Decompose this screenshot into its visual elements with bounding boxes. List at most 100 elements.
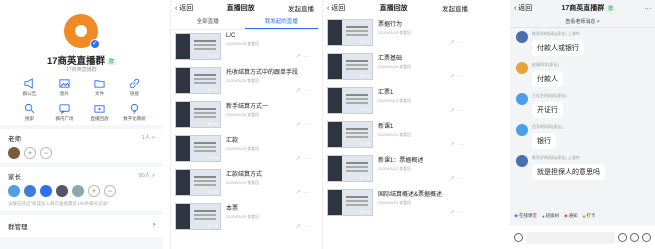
- group-avatar[interactable]: ✓: [64, 14, 100, 49]
- more-icon[interactable]: ···: [458, 176, 464, 182]
- video-row[interactable]: 00:30 本票 2020/03/20 查看回 ↗ ···: [171, 200, 318, 234]
- more-icon[interactable]: ···: [304, 54, 310, 60]
- tool-links[interactable]: 链接: [117, 78, 152, 97]
- add-member-button[interactable]: +: [24, 147, 36, 159]
- video-thumbnail[interactable]: 00:35: [175, 169, 221, 196]
- avatar[interactable]: [516, 124, 528, 136]
- start-live-button[interactable]: 发起直播: [442, 3, 468, 13]
- like-icon[interactable]: [618, 233, 627, 242]
- message-bubble[interactable]: 开证行: [532, 102, 563, 118]
- share-icon[interactable]: ↗: [296, 190, 301, 196]
- teacher-messages-link[interactable]: 查看老师消息 >: [510, 16, 655, 28]
- tool-research[interactable]: 数字化教研: [117, 103, 152, 122]
- share-icon[interactable]: ↗: [296, 156, 301, 162]
- more-icon[interactable]: ···: [458, 108, 464, 114]
- more-icon[interactable]: ···: [304, 190, 310, 196]
- video-thumbnail[interactable]: 00:27: [327, 19, 373, 46]
- remove-member-button[interactable]: −: [40, 147, 52, 159]
- more-icon[interactable]: ···: [458, 74, 464, 80]
- add-member-button[interactable]: +: [88, 185, 100, 197]
- tool-search[interactable]: 搜索: [12, 103, 47, 122]
- share-icon[interactable]: ↗: [450, 40, 455, 46]
- back-button[interactable]: ‹ 返回: [514, 3, 532, 13]
- thumb-sidebar: [328, 156, 342, 181]
- start-live-button[interactable]: 发起直播: [288, 3, 314, 13]
- video-thumbnail[interactable]: 00:35: [327, 121, 373, 148]
- checkin-button[interactable]: ■ 打卡: [583, 213, 596, 219]
- share-icon[interactable]: ↗: [450, 176, 455, 182]
- tab-my-live[interactable]: 我发起的直播: [244, 16, 318, 29]
- more-icon[interactable]: ···: [304, 122, 310, 128]
- class-tree-button[interactable]: ● 班级树: [542, 213, 559, 219]
- share-icon[interactable]: ↗: [296, 54, 301, 60]
- avatar[interactable]: [516, 93, 528, 105]
- parents-section[interactable]: 家长 80人 > + − 该群已开启"新成员入群可查看最近100条聊天记录": [0, 167, 163, 211]
- avatar[interactable]: [8, 147, 20, 159]
- back-button[interactable]: ‹ 返回: [327, 3, 345, 13]
- message-bubble[interactable]: 付款人: [532, 71, 563, 87]
- video-thumbnail[interactable]: 00:30: [175, 33, 221, 60]
- message-bubble[interactable]: 付款人或银行: [532, 40, 584, 56]
- thumb-slide: [194, 210, 216, 212]
- avatar[interactable]: [56, 185, 68, 197]
- voice-icon[interactable]: [514, 233, 523, 242]
- share-icon[interactable]: ↗: [450, 142, 455, 148]
- video-row[interactable]: 00:30 L/C 2020/03/25 查看回 ↗ ···: [171, 30, 318, 64]
- share-icon[interactable]: ↗: [450, 74, 455, 80]
- tab-all-live[interactable]: 全部直播: [171, 16, 245, 29]
- more-icon[interactable]: ···: [304, 156, 310, 162]
- more-icon[interactable]: ···: [304, 224, 310, 230]
- video-row[interactable]: 00:41 新手结算方式一 2020/03/25 查看回 ↗ ···: [171, 98, 318, 132]
- avatar[interactable]: [40, 185, 52, 197]
- video-thumbnail[interactable]: 00:41: [175, 101, 221, 128]
- notice-button[interactable]: ◆ 通知: [564, 213, 577, 219]
- more-icon[interactable]: ···: [458, 210, 464, 216]
- group-manage-row[interactable]: 群管理 ›: [0, 215, 163, 237]
- remove-member-button[interactable]: −: [104, 185, 116, 197]
- tool-replay[interactable]: 直播回放: [82, 103, 117, 122]
- message-bubble[interactable]: 就是担保人的意思吗: [532, 164, 605, 180]
- plus-icon[interactable]: [642, 233, 651, 242]
- video-row[interactable]: 00:40 新课1：票据概述 2020/03/12 查看回 ↗ ···: [323, 152, 472, 186]
- more-icon[interactable]: ···: [458, 40, 464, 46]
- video-thumbnail[interactable]: 00:30: [175, 203, 221, 230]
- tool-files[interactable]: 文件: [82, 78, 117, 97]
- share-icon[interactable]: ↗: [450, 210, 455, 216]
- share-icon[interactable]: ↗: [296, 88, 301, 94]
- message-input[interactable]: [526, 231, 615, 244]
- video-thumbnail[interactable]: 00:41: [175, 67, 221, 94]
- avatar[interactable]: [24, 185, 36, 197]
- online-class-button[interactable]: ◉ 在线课堂: [514, 213, 537, 219]
- share-icon[interactable]: ↗: [450, 108, 455, 114]
- video-thumbnail[interactable]: 00:38: [327, 189, 373, 216]
- avatar[interactable]: [8, 185, 20, 197]
- emoji-icon[interactable]: [630, 233, 639, 242]
- avatar[interactable]: [516, 62, 528, 74]
- video-row[interactable]: 00:27 票据行为 2020/03/19 查看回 ↗ ···: [323, 16, 472, 50]
- avatar[interactable]: [72, 185, 84, 197]
- video-row[interactable]: 00:43 汇票1 2020/03/13 查看回 ↗ ···: [323, 84, 472, 118]
- tool-square[interactable]: 群内广场: [47, 103, 82, 122]
- avatar[interactable]: [516, 31, 528, 43]
- tool-images[interactable]: 图片: [47, 78, 82, 97]
- more-icon[interactable]: ···: [458, 142, 464, 148]
- message-bubble[interactable]: 银行: [532, 133, 556, 149]
- video-row[interactable]: 00:38 国际结算概述&票据概述 2020/03/10 查看回 ↗ ···: [323, 186, 472, 220]
- video-thumbnail[interactable]: 00:24: [175, 135, 221, 162]
- more-icon[interactable]: ···: [304, 88, 310, 94]
- share-icon[interactable]: ↗: [296, 224, 301, 230]
- video-thumbnail[interactable]: 00:31: [327, 53, 373, 80]
- video-row[interactable]: 00:31 汇票基础 2020/03/18 查看回 ↗ ···: [323, 50, 472, 84]
- video-row[interactable]: 00:35 新课1 2020/03/12 查看回 ↗ ···: [323, 118, 472, 152]
- video-thumbnail[interactable]: 00:43: [327, 87, 373, 114]
- share-icon[interactable]: ↗: [296, 122, 301, 128]
- back-button[interactable]: ‹ 返回: [175, 3, 193, 13]
- video-row[interactable]: 00:41 托收结算方式中的跟单手段 2020/03/25 查看回 ↗ ···: [171, 64, 318, 98]
- teachers-section[interactable]: 老师 1人 > + −: [0, 129, 163, 163]
- avatar[interactable]: [516, 155, 528, 167]
- video-row[interactable]: 00:24 汇款 2020/03/23 查看回 ↗ ···: [171, 132, 318, 166]
- more-button[interactable]: ···: [644, 5, 651, 12]
- video-thumbnail[interactable]: 00:40: [327, 155, 373, 182]
- video-row[interactable]: 00:35 汇款结算方式 2020/03/23 查看回 ↗ ···: [171, 166, 318, 200]
- tool-announcement[interactable]: 群公告: [12, 78, 47, 97]
